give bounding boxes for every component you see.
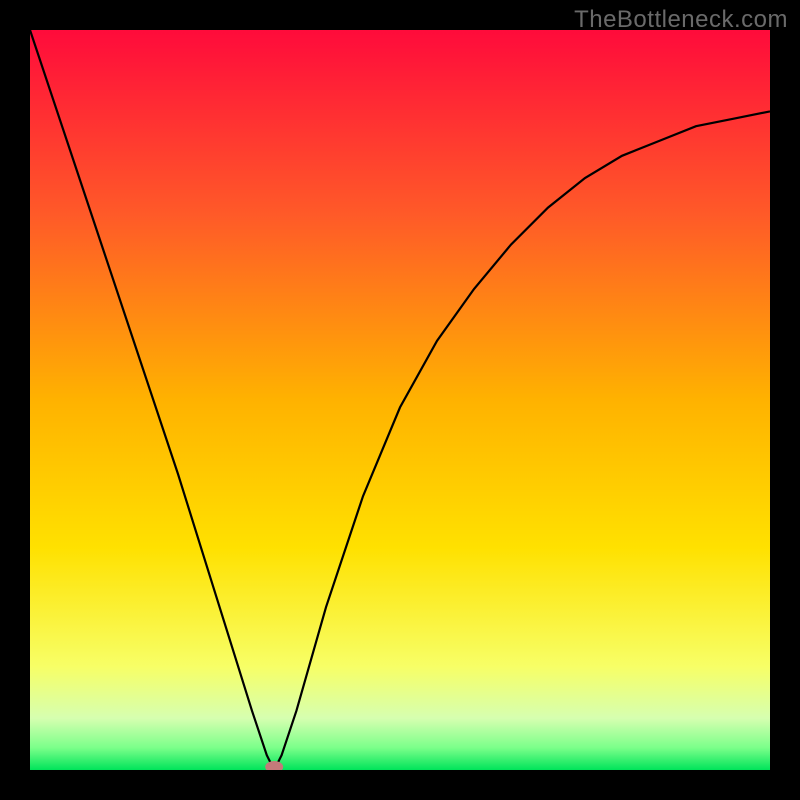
chart-svg [30,30,770,770]
plot-area [30,30,770,770]
chart-frame: TheBottleneck.com [0,0,800,800]
watermark-text: TheBottleneck.com [574,6,788,34]
